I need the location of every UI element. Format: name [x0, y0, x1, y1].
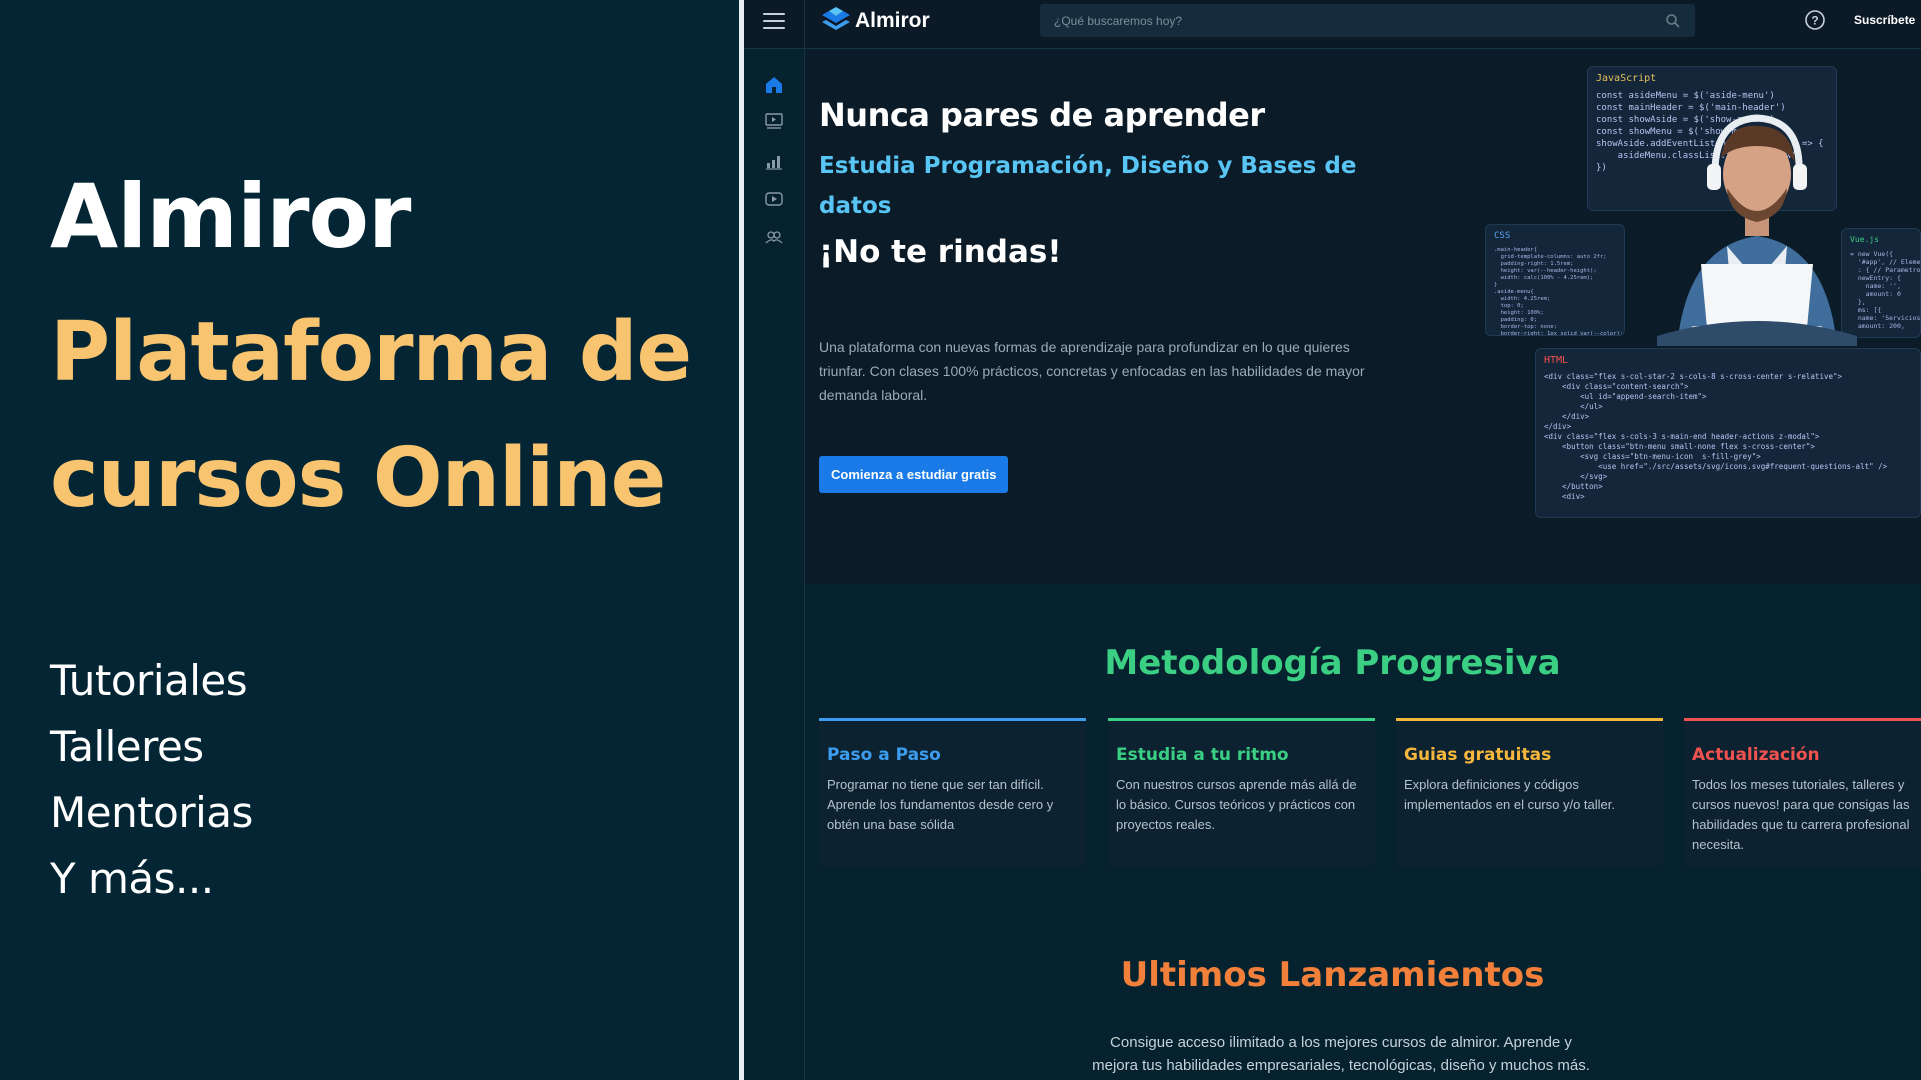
code-snippet: .main-header{ grid-template-columns: aut…	[1494, 247, 1624, 336]
card-title: Estudia a tu ritmo	[1116, 745, 1289, 765]
launches-title: Ultimos Lanzamientos	[1120, 955, 1545, 995]
student-with-laptop-illustration	[1657, 114, 1857, 346]
code-panel-label: HTML	[1544, 355, 1569, 366]
promo-brand: Almiror	[50, 165, 411, 268]
launches-description: Consigue acceso ilimitado a los mejores …	[1092, 1034, 1590, 1074]
help-icon[interactable]: ?	[1804, 9, 1826, 31]
hamburger-menu-icon[interactable]	[763, 13, 785, 31]
promo-tagline: Plataforma de cursos Online	[50, 305, 692, 526]
methodology-card: Paso a Paso Programar no tiene que ser t…	[819, 718, 1086, 866]
logo-text: Almiror	[855, 9, 930, 32]
card-description: Explora definiciones y códigos implement…	[1404, 777, 1615, 812]
promo-feature-list: Tutoriales Talleres Mentorias Y más...	[50, 648, 253, 912]
card-title: Actualización	[1692, 745, 1820, 765]
app-screenshot: Almiror ? Suscríbete	[744, 0, 1921, 1080]
methodology-card: Estudia a tu ritmo Con nuestros cursos a…	[1108, 718, 1375, 866]
code-panel-html: HTML <div class="flex s-col-star-2 s-col…	[1535, 348, 1921, 518]
video-play-icon[interactable]	[763, 188, 785, 210]
start-free-button[interactable]: Comienza a estudiar gratis	[819, 456, 1009, 493]
top-bar: Almiror ? Suscríbete	[744, 0, 1921, 49]
promo-feature-item: Tutoriales	[50, 656, 248, 705]
promo-panel: Almiror Plataforma de cursos Online Tuto…	[0, 0, 739, 1080]
promo-feature-item: Talleres	[50, 722, 204, 771]
card-description: Todos los meses tutoriales, talleres y c…	[1692, 777, 1910, 852]
community-icon[interactable]	[763, 226, 785, 248]
code-panel-label: JavaScript	[1596, 73, 1657, 84]
hero-subtitle: Estudia Programación, Diseño y Bases de …	[819, 153, 1357, 219]
courses-icon[interactable]	[763, 110, 785, 132]
methodology-card: Actualización Todos los meses tutoriales…	[1684, 718, 1921, 866]
card-description: Programar no tiene que ser tan difícil. …	[827, 777, 1054, 832]
code-snippet: <div class="flex s-col-star-2 s-cols-8 s…	[1544, 372, 1888, 501]
promo-feature-item: Y más...	[50, 854, 214, 903]
card-title: Guias gratuitas	[1404, 745, 1552, 765]
code-panel-css: CSS .main-header{ grid-template-columns:…	[1485, 224, 1625, 336]
promo-feature-item: Mentorias	[50, 788, 253, 837]
code-panel-label: CSS	[1494, 231, 1511, 241]
methodology-title: Metodología Progresiva	[1104, 643, 1561, 683]
progress-chart-icon[interactable]	[763, 150, 785, 172]
card-description: Con nuestros cursos aprende más allá de …	[1116, 777, 1357, 832]
subscribe-button[interactable]: Suscríbete	[1854, 13, 1915, 27]
card-title: Paso a Paso	[827, 745, 941, 765]
search-bar	[1040, 4, 1695, 37]
hero-description: Una plataforma con nuevas formas de apre…	[819, 339, 1365, 403]
hero-section: Nunca pares de aprender Estudia Programa…	[805, 50, 1921, 584]
site-logo[interactable]: Almiror	[820, 6, 930, 36]
methodology-card: Guias gratuitas Explora definiciones y c…	[1396, 718, 1663, 866]
almiror-logo-icon	[822, 7, 850, 30]
search-input[interactable]	[1054, 13, 1665, 28]
hero-cta-title: ¡No te rindas!	[819, 234, 1062, 270]
home-icon[interactable]	[763, 74, 785, 96]
hero-title: Nunca pares de aprender	[819, 96, 1265, 134]
svg-text:?: ?	[1811, 14, 1818, 28]
search-icon[interactable]	[1665, 13, 1681, 29]
